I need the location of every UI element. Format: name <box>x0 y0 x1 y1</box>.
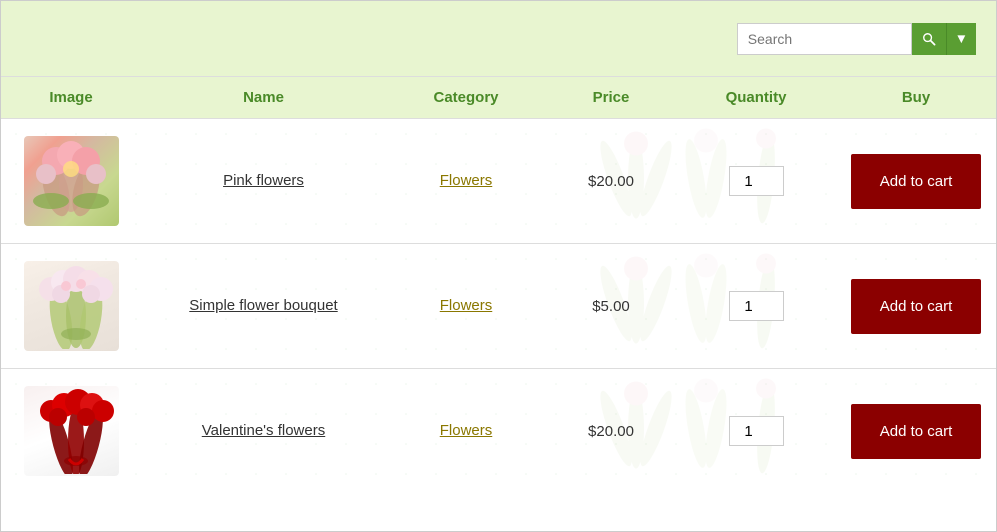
quantity-input[interactable] <box>729 291 784 321</box>
cell-quantity <box>676 281 836 331</box>
col-header-price: Price <box>546 89 676 106</box>
cell-name: Valentine's flowers <box>141 412 386 450</box>
col-header-buy: Buy <box>836 89 996 106</box>
search-icon <box>922 32 936 46</box>
product-name-link[interactable]: Valentine's flowers <box>202 422 325 439</box>
product-image <box>24 386 119 476</box>
product-name-link[interactable]: Simple flower bouquet <box>189 297 337 314</box>
chevron-down-icon: ▼ <box>955 31 968 46</box>
cell-name: Pink flowers <box>141 162 386 200</box>
cell-price: $20.00 <box>546 163 676 200</box>
add-to-cart-button[interactable]: Add to cart <box>851 154 981 209</box>
search-wrapper: ▼ <box>737 23 976 55</box>
cell-image <box>1 251 141 361</box>
cell-name: Simple flower bouquet <box>141 287 386 325</box>
cell-image <box>1 376 141 486</box>
cell-quantity <box>676 156 836 206</box>
search-input[interactable] <box>737 23 912 55</box>
table-header: Image Name Category Price Quantity Buy <box>1 76 996 118</box>
add-to-cart-button[interactable]: Add to cart <box>851 279 981 334</box>
cell-buy: Add to cart <box>836 269 996 344</box>
col-header-image: Image <box>1 89 141 106</box>
table-row: Simple flower bouquet Flowers $5.00 Add … <box>1 243 996 368</box>
cell-price: $5.00 <box>546 288 676 325</box>
cell-category: Flowers <box>386 162 546 200</box>
category-link[interactable]: Flowers <box>440 297 493 314</box>
add-to-cart-button[interactable]: Add to cart <box>851 404 981 459</box>
cell-category: Flowers <box>386 412 546 450</box>
table-row: Pink flowers Flowers $20.00 Add to cart <box>1 118 996 243</box>
product-name-link[interactable]: Pink flowers <box>223 172 304 189</box>
product-image <box>24 136 119 226</box>
table-row: Valentine's flowers Flowers $20.00 Add t… <box>1 368 996 493</box>
category-link[interactable]: Flowers <box>440 422 493 439</box>
col-header-quantity: Quantity <box>676 89 836 106</box>
product-image <box>24 261 119 351</box>
col-header-name: Name <box>141 89 386 106</box>
col-header-category: Category <box>386 89 546 106</box>
cell-buy: Add to cart <box>836 394 996 469</box>
cell-price: $20.00 <box>546 413 676 450</box>
category-link[interactable]: Flowers <box>440 172 493 189</box>
table-body: Pink flowers Flowers $20.00 Add to cart <box>1 118 996 493</box>
search-button[interactable] <box>912 23 946 55</box>
cell-category: Flowers <box>386 287 546 325</box>
quantity-input[interactable] <box>729 416 784 446</box>
page-header: ▼ <box>1 1 996 76</box>
search-dropdown-button[interactable]: ▼ <box>946 23 976 55</box>
cell-quantity <box>676 406 836 456</box>
cell-image <box>1 126 141 236</box>
quantity-input[interactable] <box>729 166 784 196</box>
cell-buy: Add to cart <box>836 144 996 219</box>
